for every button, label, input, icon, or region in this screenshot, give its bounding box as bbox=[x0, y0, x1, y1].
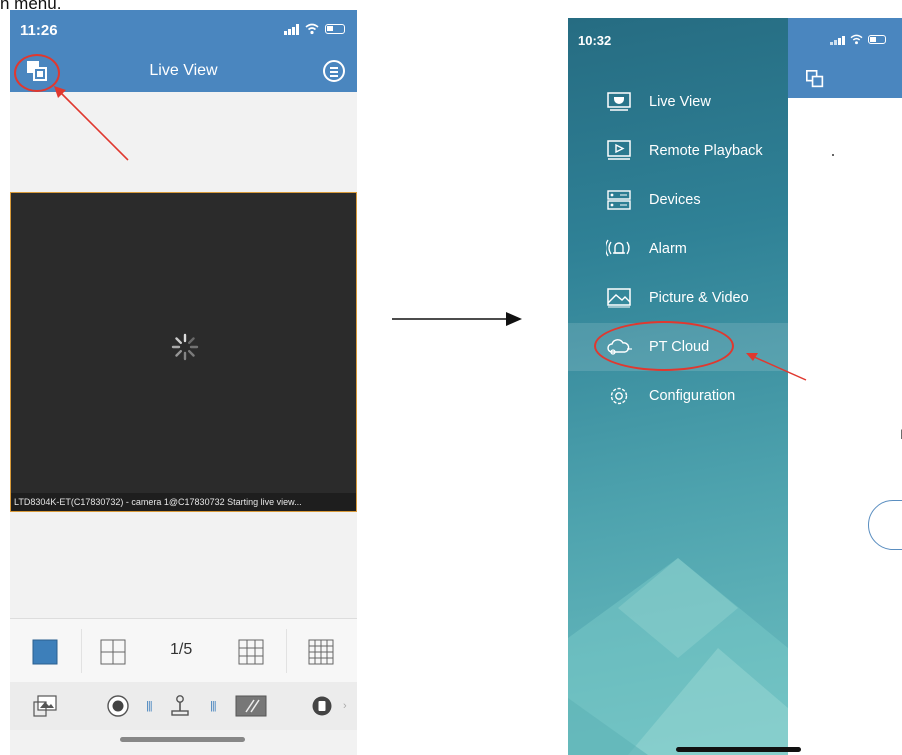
digital-zoom-icon[interactable] bbox=[234, 694, 268, 718]
transition-arrow bbox=[392, 312, 522, 326]
main-content-behind: F bbox=[788, 18, 902, 755]
snapshot-icon[interactable] bbox=[32, 694, 58, 718]
more-chevron-icon[interactable]: › bbox=[343, 700, 347, 712]
home-indicator bbox=[676, 747, 801, 752]
partial-button[interactable] bbox=[868, 500, 902, 550]
drawer-item-picture-video[interactable]: Picture & Video bbox=[568, 274, 788, 322]
drawer-item-label: Devices bbox=[649, 192, 701, 208]
camera-dome-icon bbox=[607, 92, 631, 111]
drawer-item-alarm[interactable]: Alarm bbox=[568, 225, 788, 273]
signal-icon bbox=[830, 34, 845, 45]
separator: ||| bbox=[146, 700, 153, 712]
drawer-item-label: Live View bbox=[649, 94, 711, 110]
page-title: Live View bbox=[149, 62, 218, 79]
page-indicator: 1/5 bbox=[170, 641, 193, 658]
layout-16-icon[interactable] bbox=[308, 639, 334, 665]
list-menu-icon[interactable] bbox=[323, 60, 345, 82]
live-view-screen: 11:26 Live View LTD8304K-ET(C17830732) -… bbox=[10, 10, 357, 755]
layout-9-icon[interactable] bbox=[238, 639, 264, 665]
dot bbox=[832, 154, 834, 156]
divider bbox=[286, 629, 287, 673]
record-icon[interactable] bbox=[106, 694, 130, 718]
live-toolbar: ||| ||| › bbox=[10, 682, 357, 730]
annotation-arrow bbox=[54, 86, 129, 161]
separator: ||| bbox=[210, 700, 217, 712]
drawer-item-remote-playback[interactable]: Remote Playback bbox=[568, 127, 788, 175]
drawer-item-label: Alarm bbox=[649, 241, 687, 257]
wifi-icon bbox=[305, 23, 319, 35]
video-window[interactable]: LTD8304K-ET(C17830732) - camera 1@C17830… bbox=[10, 192, 357, 512]
gear-icon bbox=[610, 387, 628, 405]
loading-spinner-icon bbox=[171, 333, 199, 361]
side-menu-screen: 10:32 Live View Remote Playback Devices … bbox=[568, 18, 902, 755]
ptz-joystick-icon[interactable] bbox=[168, 694, 192, 718]
status-time: 11:26 bbox=[20, 22, 58, 39]
drawer-item-devices[interactable]: Devices bbox=[568, 176, 788, 224]
status-time: 10:32 bbox=[578, 33, 612, 48]
alarm-bell-icon bbox=[606, 239, 630, 257]
devices-icon bbox=[607, 190, 631, 210]
home-indicator bbox=[120, 737, 245, 742]
playback-icon bbox=[607, 140, 631, 160]
stop-icon[interactable] bbox=[311, 694, 333, 718]
menu-toggle-icon[interactable] bbox=[806, 70, 824, 88]
status-icons bbox=[284, 23, 345, 35]
decorative-background bbox=[568, 558, 788, 755]
battery-icon bbox=[325, 24, 345, 34]
signal-icon bbox=[284, 23, 299, 35]
layout-4-icon[interactable] bbox=[100, 639, 126, 665]
picture-icon bbox=[607, 288, 631, 308]
nav-header: 11:26 Live View bbox=[10, 10, 357, 92]
layout-selector: 1/5 bbox=[10, 618, 357, 682]
video-status-caption: LTD8304K-ET(C17830732) - camera 1@C17830… bbox=[11, 493, 356, 511]
status-icons bbox=[830, 34, 886, 45]
drawer-item-label: Picture & Video bbox=[649, 290, 749, 306]
divider bbox=[81, 629, 82, 673]
annotation-arrow bbox=[746, 353, 807, 381]
drawer-item-label: Remote Playback bbox=[649, 143, 763, 159]
drawer-item-label: Configuration bbox=[649, 388, 736, 404]
nav-header bbox=[788, 18, 902, 98]
battery-icon bbox=[868, 35, 886, 44]
layout-1-icon[interactable] bbox=[32, 639, 58, 665]
wifi-icon bbox=[850, 34, 863, 45]
side-drawer: 10:32 Live View Remote Playback Devices … bbox=[568, 18, 788, 755]
annotation-circle bbox=[594, 321, 734, 371]
drawer-item-live-view[interactable]: Live View bbox=[568, 78, 788, 126]
